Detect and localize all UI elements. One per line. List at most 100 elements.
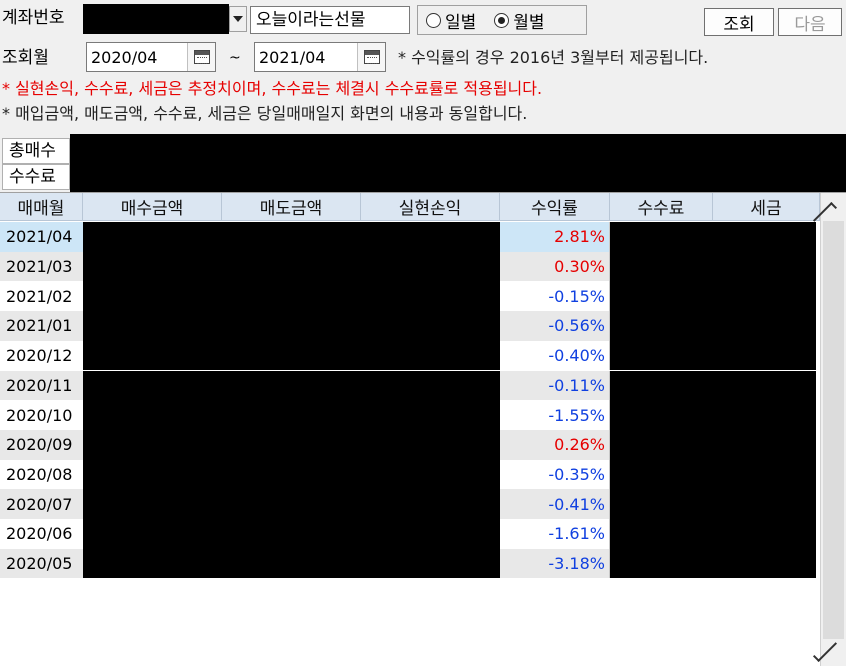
redacted-fee-tax-cell	[610, 281, 816, 312]
redacted-amounts-cell	[83, 400, 500, 430]
table-row[interactable]: 2020/06 -1.61%	[0, 519, 816, 549]
radio-circle-icon	[426, 12, 441, 28]
next-button[interactable]: 다음	[778, 8, 842, 36]
table-row[interactable]: 2021/01 -0.56%	[0, 311, 816, 341]
redacted-amounts-cell	[83, 340, 500, 371]
to-calendar-button[interactable]	[357, 43, 385, 71]
return-rate-cell: -0.11%	[500, 370, 610, 401]
return-rate-cell: -0.15%	[500, 281, 610, 312]
table-row[interactable]: 2020/11 -0.11%	[0, 370, 816, 401]
return-rate-cell: 0.26%	[500, 429, 610, 460]
redacted-fee-tax-cell	[610, 370, 816, 401]
redacted-amounts-cell	[83, 311, 500, 341]
monthly-results-table: 매매월 매수금액 매도금액 실현손익 수익률 수수료 세금 2021/04 2.8…	[0, 192, 846, 666]
table-header: 매매월 매수금액 매도금액 실현손익 수익률 수수료 세금	[0, 193, 820, 221]
estimate-warning-note: * 실현손익, 수수료, 세금은 추정치이며, 수수료는 체결시 수수료률로 적…	[2, 79, 543, 98]
total-buy-label: 총매수	[2, 138, 70, 164]
redacted-fee-tax-cell	[610, 519, 816, 549]
radio-daily[interactable]: 일별	[426, 8, 476, 33]
query-month-label: 조회월	[2, 48, 49, 68]
month-cell: 2020/06	[0, 519, 83, 549]
col-realized-pnl[interactable]: 실현손익	[361, 193, 500, 221]
scroll-up-button[interactable]	[812, 195, 846, 227]
chevron-down-icon	[812, 637, 838, 663]
col-sell-amount[interactable]: 매도금액	[222, 193, 361, 221]
account-label: 계좌번호	[2, 8, 65, 28]
rate-availability-note: * 수익률의 경우 2016년 3월부터 제공됩니다.	[398, 48, 709, 67]
redacted-amounts-cell	[83, 429, 500, 460]
vertical-scrollbar[interactable]	[812, 193, 846, 666]
scroll-track[interactable]	[823, 221, 844, 639]
query-button[interactable]: 조회	[704, 8, 774, 36]
calendar-icon	[363, 50, 380, 64]
radio-circle-selected-icon	[494, 12, 510, 28]
redacted-amounts-cell	[83, 519, 500, 549]
month-cell: 2021/01	[0, 311, 83, 341]
month-cell: 2020/10	[0, 400, 83, 430]
table-row[interactable]: 2020/05 -3.18%	[0, 548, 816, 579]
table-row[interactable]: 2021/02 -0.15%	[0, 281, 816, 312]
month-cell: 2021/02	[0, 281, 83, 312]
month-cell: 2020/07	[0, 489, 83, 519]
return-rate-cell: 2.81%	[500, 222, 610, 252]
from-month-picker[interactable]: 2020/04	[86, 42, 216, 72]
redacted-amounts-cell	[83, 459, 500, 490]
return-rate-cell: -0.35%	[500, 459, 610, 490]
month-cell: 2020/05	[0, 548, 83, 579]
redacted-fee-tax-cell	[610, 251, 816, 282]
month-cell: 2020/08	[0, 459, 83, 490]
return-rate-cell: -1.61%	[500, 519, 610, 549]
radio-daily-label: 일별	[445, 12, 477, 33]
col-tax[interactable]: 세금	[713, 193, 820, 221]
redacted-amounts-cell	[83, 370, 500, 401]
account-name-field: 오늘이라는선물	[250, 6, 410, 34]
redacted-fee-tax-cell	[610, 489, 816, 519]
table-row[interactable]: 2021/04 2.81%	[0, 222, 816, 252]
return-rate-cell: -0.41%	[500, 489, 610, 519]
redacted-fee-tax-cell	[610, 459, 816, 490]
table-row[interactable]: 2020/10 -1.55%	[0, 400, 816, 430]
table-row[interactable]: 2020/09 0.26%	[0, 429, 816, 460]
table-row[interactable]: 2021/03 0.30%	[0, 251, 816, 282]
redacted-amounts-cell	[83, 222, 500, 252]
redacted-amounts-cell	[83, 489, 500, 519]
table-row[interactable]: 2020/07 -0.41%	[0, 489, 816, 519]
from-calendar-button[interactable]	[187, 43, 215, 71]
col-month[interactable]: 매매월	[0, 193, 83, 221]
table-row[interactable]: 2020/08 -0.35%	[0, 459, 816, 490]
return-rate-cell: -0.40%	[500, 340, 610, 371]
to-month-picker[interactable]: 2021/04	[254, 42, 386, 72]
account-number-field[interactable]	[83, 4, 229, 34]
redacted-fee-tax-cell	[610, 429, 816, 460]
redacted-fee-tax-cell	[610, 340, 816, 371]
month-cell: 2020/12	[0, 340, 83, 371]
return-rate-cell: 0.30%	[500, 251, 610, 282]
period-radio-group: 일별 월별	[417, 5, 587, 35]
return-rate-cell: -3.18%	[500, 548, 610, 579]
fee-label: 수수료	[2, 164, 70, 190]
redacted-fee-tax-cell	[610, 222, 816, 252]
return-rate-cell: -0.56%	[500, 311, 610, 341]
col-fee[interactable]: 수수료	[610, 193, 713, 221]
range-tilde: ~	[229, 50, 241, 66]
account-dropdown-button[interactable]	[229, 6, 247, 32]
month-cell: 2020/11	[0, 370, 83, 401]
chevron-down-icon	[233, 16, 243, 22]
col-buy-amount[interactable]: 매수금액	[83, 193, 222, 221]
summary-values-redacted	[70, 134, 846, 192]
month-cell: 2020/09	[0, 429, 83, 460]
return-rate-cell: -1.55%	[500, 400, 610, 430]
redacted-fee-tax-cell	[610, 400, 816, 430]
radio-monthly[interactable]: 월별	[494, 8, 545, 33]
redacted-fee-tax-cell	[610, 548, 816, 579]
redacted-amounts-cell	[83, 548, 500, 579]
col-return-rate[interactable]: 수익률	[500, 193, 610, 221]
redacted-amounts-cell	[83, 251, 500, 282]
calendar-icon	[193, 50, 210, 64]
table-row[interactable]: 2020/12 -0.40%	[0, 340, 816, 371]
same-content-note: * 매입금액, 매도금액, 수수료, 세금은 당일매매일지 화면의 내용과 동일…	[2, 104, 528, 123]
redacted-amounts-cell	[83, 281, 500, 312]
scroll-down-button[interactable]	[812, 637, 846, 665]
from-month-value: 2020/04	[91, 47, 158, 67]
redacted-fee-tax-cell	[610, 311, 816, 341]
